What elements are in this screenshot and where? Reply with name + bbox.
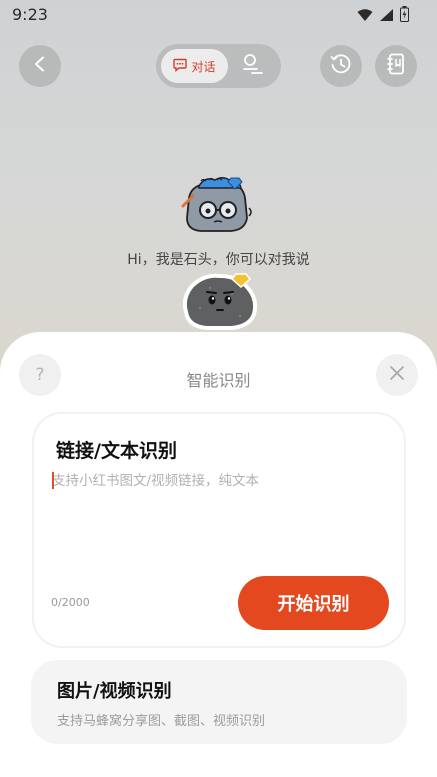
chevron-left-icon — [33, 56, 47, 76]
notebook-icon — [386, 53, 406, 79]
history-icon — [330, 53, 352, 79]
battery-icon — [400, 6, 409, 26]
tool-icon — [242, 54, 264, 78]
close-icon — [389, 365, 405, 386]
start-recognition-button[interactable]: 开始识别 — [238, 576, 389, 630]
tab-chat[interactable]: 对话 — [161, 49, 228, 83]
link-text-input[interactable] — [52, 469, 382, 493]
history-button[interactable] — [320, 45, 362, 87]
text-recognition-card: 链接/文本识别 0/2000 开始识别 — [32, 412, 406, 648]
status-time: 9:23 — [12, 5, 48, 24]
mode-switcher: 对话 — [156, 44, 281, 88]
assistant-greeting: Hi，我是石头，你可以对我说 — [127, 252, 310, 268]
close-button[interactable] — [376, 354, 418, 396]
status-bar: 9:23 — [0, 0, 437, 30]
tab-chat-label: 对话 — [191, 59, 216, 74]
char-count: 0/2000 — [51, 596, 90, 609]
text-cursor — [52, 472, 54, 489]
media-recognition-title: 图片/视频识别 — [57, 681, 172, 702]
signal-icon — [379, 7, 394, 26]
status-icons — [357, 6, 409, 26]
stone-character-icon — [180, 268, 260, 334]
text-recognition-title: 链接/文本识别 — [56, 440, 177, 462]
stone-mascot-avatar — [175, 176, 257, 240]
back-button[interactable] — [19, 45, 61, 87]
notebook-button[interactable] — [375, 45, 417, 87]
media-recognition-card[interactable]: 图片/视频识别 支持马蜂窝分享图、截图、视频识别 — [31, 660, 407, 744]
media-recognition-subtitle: 支持马蜂窝分享图、截图、视频识别 — [57, 714, 266, 729]
smart-recognition-sheet: ? 智能识别 链接/文本识别 0/2000 开始识别 图片/视频识别 支持马蜂窝… — [0, 332, 437, 777]
chat-icon — [173, 58, 188, 75]
tab-tools[interactable] — [238, 53, 268, 79]
sheet-title: 智能识别 — [186, 371, 251, 390]
wifi-icon — [357, 7, 373, 26]
